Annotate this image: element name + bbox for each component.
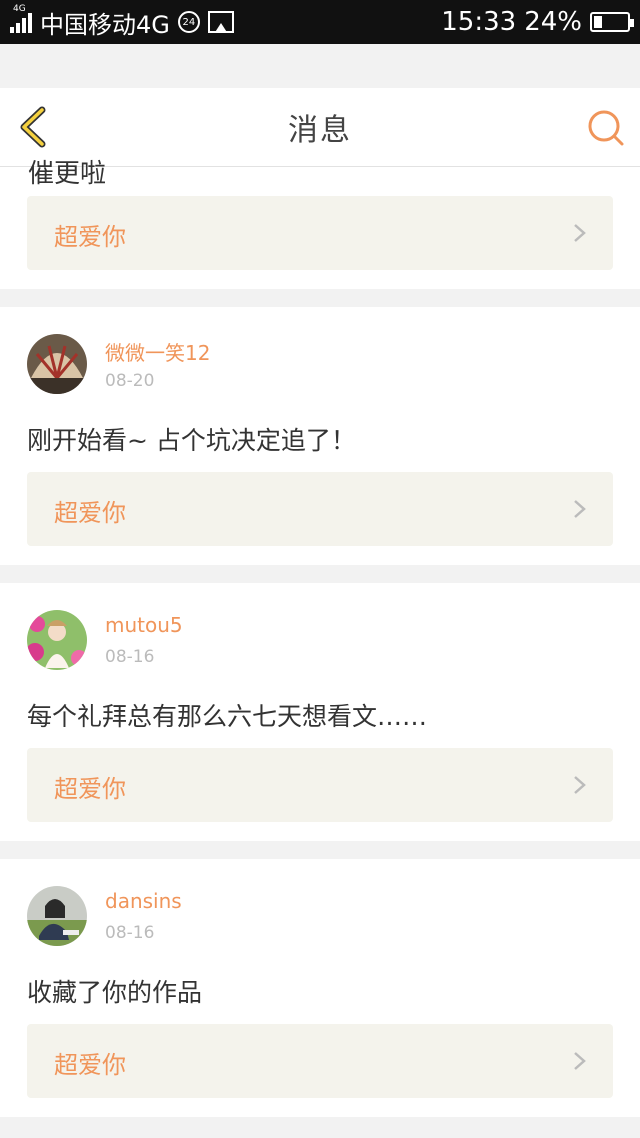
- username[interactable]: mutou5: [105, 613, 183, 637]
- status-bar: 4G 中国移动4G 24 15:33 24%: [0, 0, 640, 44]
- carrier-label: 中国移动4G: [40, 10, 170, 39]
- back-chevron-icon[interactable]: [14, 106, 54, 148]
- message-card: 微微一笑12 08-20 刚开始看~ 占个坑决定追了！ 超爱你: [0, 307, 640, 565]
- battery-icon: [590, 12, 634, 32]
- search-icon[interactable]: [586, 108, 626, 148]
- message-text: 收藏了你的作品: [27, 978, 203, 1007]
- message-card: mutou5 08-16 每个礼拜总有那么六七天想看文…… 超爱你: [0, 583, 640, 841]
- reply-button[interactable]: 超爱你: [27, 472, 613, 546]
- username[interactable]: 微微一笑12: [105, 337, 210, 366]
- clock: 15:33: [441, 7, 517, 37]
- page-title: 消息: [288, 113, 352, 148]
- message-card: dansins 08-16 收藏了你的作品 超爱你: [0, 859, 640, 1117]
- reply-label: 超爱你: [54, 499, 126, 527]
- chevron-right-icon: [574, 500, 586, 518]
- signal-icon: [10, 11, 32, 33]
- avatar[interactable]: [27, 610, 87, 670]
- chevron-right-icon: [574, 776, 586, 794]
- chevron-right-icon: [574, 224, 586, 242]
- battery-fill: [594, 16, 602, 28]
- notification-badge: 24: [177, 11, 200, 33]
- avatar[interactable]: [27, 886, 87, 946]
- image-icon: [207, 11, 234, 33]
- date: 08-20: [105, 371, 155, 391]
- reply-label: 超爱你: [54, 775, 126, 803]
- message-text: 催更啦: [28, 159, 107, 189]
- reply-label: 超爱你: [54, 223, 126, 251]
- reply-button[interactable]: 超爱你: [27, 1024, 613, 1098]
- avatar[interactable]: [27, 334, 87, 394]
- message-text: 刚开始看~ 占个坑决定追了！: [27, 426, 356, 455]
- reply-label: 超爱你: [54, 1051, 126, 1079]
- reply-button[interactable]: 超爱你: [27, 748, 613, 822]
- chevron-right-icon: [574, 1052, 586, 1070]
- message-text: 每个礼拜总有那么六七天想看文……: [27, 702, 428, 731]
- sim-label: 4G: [13, 4, 26, 14]
- reply-button[interactable]: 超爱你: [27, 196, 613, 270]
- date: 08-16: [105, 923, 155, 943]
- message-list[interactable]: 催更啦 超爱你 微微一笑12 08-20 刚开始看~ 占个坑决定追了！ 超爱你 …: [0, 159, 640, 1117]
- message-card: 催更啦 超爱你: [0, 159, 640, 289]
- date: 08-16: [105, 647, 155, 667]
- username[interactable]: dansins: [105, 889, 182, 913]
- battery-percent: 24%: [524, 7, 582, 37]
